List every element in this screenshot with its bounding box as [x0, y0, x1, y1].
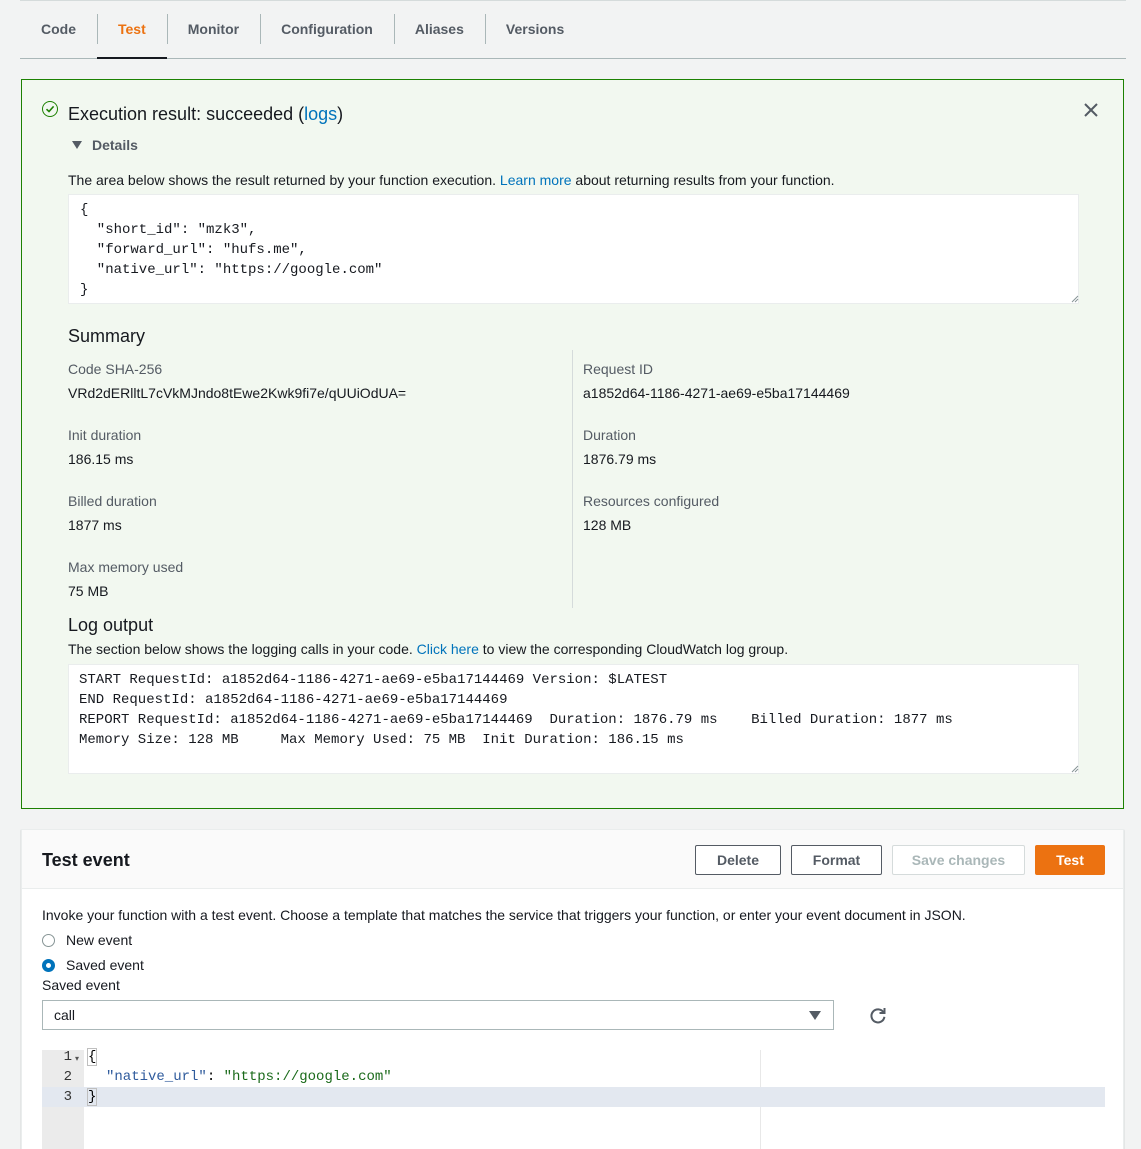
request-id-item: Request ID a1852d64-1186-4271-ae69-e5ba1… — [583, 361, 850, 426]
refresh-icon[interactable] — [868, 1005, 888, 1025]
resources-value: 128 MB — [583, 517, 632, 533]
caret-down-icon — [72, 141, 82, 149]
code-sha-item: Code SHA-256 VRd2dERlltL7cVkMJndo8tEwe2K… — [68, 361, 406, 426]
click-here-link[interactable]: Click here — [417, 641, 479, 657]
saved-event-option[interactable]: Saved event — [42, 957, 144, 973]
resize-handle-icon[interactable] — [1071, 765, 1079, 773]
dropdown-arrow-icon — [809, 1011, 821, 1020]
logs-link[interactable]: logs — [304, 104, 337, 124]
billed-duration-label: Billed duration — [68, 493, 157, 509]
request-id-value: a1852d64-1186-4271-ae69-e5ba17144469 — [583, 385, 850, 401]
result-title-text: Execution result: succeeded ( — [68, 104, 305, 124]
test-event-panel: Test event Delete Format Save changes Te… — [21, 829, 1124, 1149]
new-event-label: New event — [66, 932, 133, 948]
test-event-header: Test event Delete Format Save changes Te… — [22, 830, 1123, 889]
saved-event-select[interactable]: call — [42, 1000, 834, 1030]
json-key: "native_url" — [106, 1069, 207, 1085]
editor-line-code: } — [86, 1087, 98, 1107]
test-event-description: Invoke your function with a test event. … — [42, 907, 966, 923]
code-sha-label: Code SHA-256 — [68, 361, 163, 377]
log-description: The section below shows the logging call… — [68, 641, 788, 657]
new-event-radio[interactable] — [42, 933, 55, 947]
json-string-value: "https://google.com" — [223, 1069, 392, 1085]
duration-label: Duration — [583, 427, 636, 443]
summary-right-column: Request ID a1852d64-1186-4271-ae69-e5ba1… — [583, 360, 850, 558]
log-output-heading: Log output — [68, 615, 154, 635]
success-check-icon — [42, 101, 58, 117]
billed-duration-value: 1877 ms — [68, 517, 122, 533]
tab-code[interactable]: Code — [20, 0, 97, 58]
log-desc-text: The section below shows the logging call… — [68, 641, 417, 657]
resize-handle-icon[interactable] — [1071, 295, 1079, 303]
result-title-suffix: ) — [337, 104, 344, 124]
tab-monitor[interactable]: Monitor — [166, 0, 260, 58]
request-id-label: Request ID — [583, 361, 654, 377]
function-tabs: Code Test Monitor Configuration Aliases … — [20, 0, 1126, 59]
editor-line-code: "native_url": "https://google.com" — [106, 1067, 392, 1087]
save-changes-button[interactable]: Save changes — [892, 845, 1025, 875]
test-button[interactable]: Test — [1035, 845, 1105, 875]
result-desc-suffix: about returning results from your functi… — [571, 172, 835, 188]
saved-event-field-label: Saved event — [42, 977, 120, 993]
init-duration-label: Init duration — [68, 427, 142, 443]
code-sha-value: VRd2dERlltL7cVkMJndo8tEwe2Kwk9fi7e/qUUiO… — [68, 385, 407, 401]
json-open-brace: { — [86, 1048, 98, 1066]
json-close-brace: } — [86, 1088, 98, 1106]
tab-versions[interactable]: Versions — [484, 0, 585, 58]
init-duration-item: Init duration 186.15 ms — [68, 427, 406, 492]
duration-value: 1876.79 ms — [583, 451, 657, 467]
summary-divider — [572, 350, 573, 608]
summary-left-column: Code SHA-256 VRd2dERlltL7cVkMJndo8tEwe2K… — [68, 360, 406, 624]
max-memory-value: 75 MB — [68, 583, 109, 599]
saved-event-selected-value: call — [54, 1007, 76, 1023]
log-desc-suffix: to view the corresponding CloudWatch log… — [478, 641, 789, 657]
resources-label: Resources configured — [583, 493, 720, 509]
resources-item: Resources configured 128 MB — [583, 493, 850, 558]
details-label: Details — [92, 137, 138, 153]
line-number: 3 — [63, 1089, 72, 1105]
line-number: 2 — [63, 1069, 72, 1085]
execution-result-panel: Execution result: succeeded (logs) Detai… — [21, 79, 1124, 809]
new-event-option[interactable]: New event — [42, 932, 132, 948]
close-icon[interactable] — [1081, 100, 1101, 120]
format-button[interactable]: Format — [791, 845, 882, 875]
init-duration-value: 186.15 ms — [68, 451, 134, 467]
saved-event-radio[interactable] — [42, 958, 55, 972]
delete-button[interactable]: Delete — [695, 845, 781, 875]
log-output-box[interactable]: START RequestId: a1852d64-1186-4271-ae69… — [68, 664, 1079, 774]
tab-test[interactable]: Test — [97, 0, 167, 59]
summary-heading: Summary — [68, 326, 146, 346]
event-json-editor[interactable]: 1 ▾ { 2 "native_url": "https://google.co… — [42, 1047, 1105, 1149]
duration-item: Duration 1876.79 ms — [583, 427, 850, 492]
test-event-title: Test event — [42, 850, 130, 870]
details-toggle[interactable]: Details — [72, 137, 138, 153]
result-desc-text: The area below shows the result returned… — [68, 172, 500, 188]
max-memory-label: Max memory used — [68, 559, 184, 575]
editor-line[interactable]: 2 "native_url": "https://google.com" — [42, 1067, 1105, 1087]
execution-result-title: Execution result: succeeded (logs) — [68, 104, 343, 125]
billed-duration-item: Billed duration 1877 ms — [68, 493, 406, 558]
saved-event-radio-label: Saved event — [66, 957, 144, 973]
line-number: 1 — [63, 1049, 72, 1065]
result-output-box[interactable]: { "short_id": "mzk3", "forward_url": "hu… — [68, 194, 1079, 304]
editor-line-active[interactable]: 3 } — [42, 1087, 1105, 1107]
learn-more-link[interactable]: Learn more — [500, 172, 572, 188]
tab-configuration[interactable]: Configuration — [260, 0, 394, 58]
json-colon: : — [206, 1069, 224, 1085]
editor-line[interactable]: 1 ▾ { — [42, 1047, 1105, 1067]
tab-aliases[interactable]: Aliases — [393, 0, 485, 58]
editor-line-code: { — [86, 1047, 98, 1067]
result-description: The area below shows the result returned… — [68, 172, 835, 188]
